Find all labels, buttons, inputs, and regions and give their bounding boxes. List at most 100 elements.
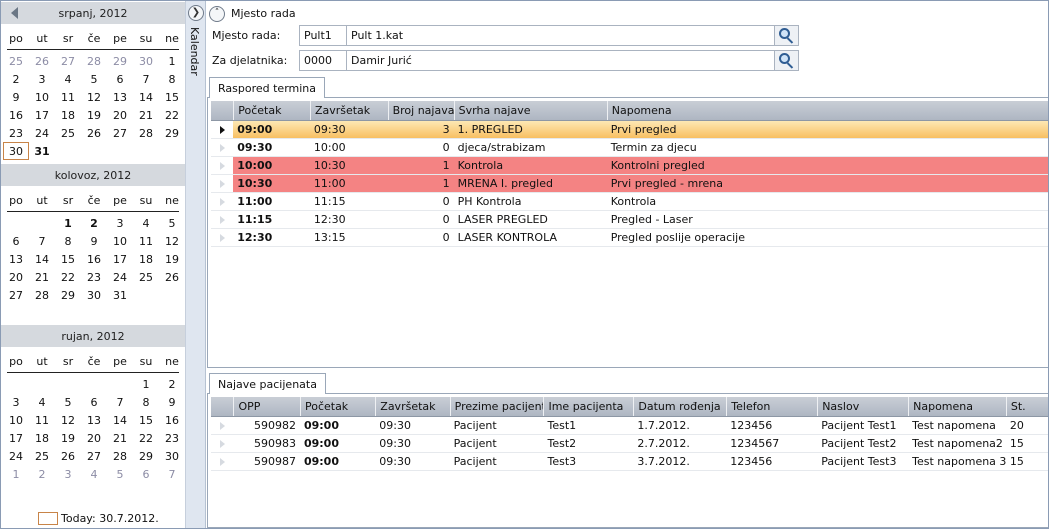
- calendar-day[interactable]: 4: [29, 393, 55, 411]
- tab-raspored-termina[interactable]: Raspored termina: [209, 77, 326, 98]
- calendar-day[interactable]: 21: [107, 429, 133, 447]
- calendar-day[interactable]: 13: [107, 88, 133, 106]
- column-header[interactable]: Napomena: [908, 397, 1006, 416]
- calendar-day[interactable]: 28: [29, 286, 55, 304]
- calendar-day[interactable]: 19: [81, 106, 107, 124]
- calendar-day[interactable]: 28: [133, 124, 159, 142]
- calendar-day[interactable]: 13: [81, 411, 107, 429]
- calendar-day[interactable]: 10: [3, 411, 29, 429]
- calendar-day[interactable]: 2: [159, 375, 185, 393]
- tab-najave-pacijenata[interactable]: Najave pacijenata: [209, 373, 326, 394]
- calendar-day[interactable]: 16: [159, 411, 185, 429]
- calendar-day[interactable]: 26: [159, 268, 185, 286]
- calendar-day[interactable]: 26: [55, 447, 81, 465]
- calendar-day[interactable]: 5: [159, 214, 185, 232]
- calendar-day[interactable]: 16: [3, 106, 29, 124]
- calendar-day[interactable]: 4: [133, 214, 159, 232]
- calendar-day[interactable]: 8: [55, 232, 81, 250]
- calendar-day[interactable]: 9: [81, 232, 107, 250]
- calendar-day[interactable]: 12: [159, 232, 185, 250]
- djelatnik-search-button[interactable]: [775, 49, 799, 71]
- column-header[interactable]: OPP: [233, 397, 300, 416]
- column-header[interactable]: Početak: [233, 101, 310, 120]
- calendar-day[interactable]: 22: [133, 429, 159, 447]
- table-row[interactable]: 590983 09:00 09:30 Pacijent Test2 2.7.2012. 12…: [211, 435, 1048, 453]
- calendar-day[interactable]: 13: [3, 250, 29, 268]
- column-header[interactable]: Početak: [299, 397, 375, 416]
- calendar-day[interactable]: 27: [107, 124, 133, 142]
- calendar-day[interactable]: 24: [29, 124, 55, 142]
- mjesto-rada-code-input[interactable]: Pult1: [299, 24, 347, 46]
- calendar-day[interactable]: 7: [133, 70, 159, 88]
- calendar-day[interactable]: 11: [29, 411, 55, 429]
- table-row[interactable]: 11:15 12:30 0 LASER PREGLED Pregled - Laser: [211, 211, 1048, 229]
- calendar-day[interactable]: 23: [159, 429, 185, 447]
- column-header[interactable]: Svrha najave: [453, 101, 607, 120]
- calendar-day[interactable]: 28: [81, 52, 107, 70]
- table-row[interactable]: 12:30 13:15 0 LASER KONTROLA Pregled poslije…: [211, 229, 1048, 247]
- calendar-day[interactable]: 6: [81, 393, 107, 411]
- calendar-day[interactable]: 30: [159, 447, 185, 465]
- calendar-day[interactable]: 17: [3, 429, 29, 447]
- calendar-day[interactable]: 7: [107, 393, 133, 411]
- column-header[interactable]: Ime pacijenta: [543, 397, 633, 416]
- calendar-day[interactable]: 5: [55, 393, 81, 411]
- calendar-day[interactable]: 6: [107, 70, 133, 88]
- calendar-day[interactable]: 25: [55, 124, 81, 142]
- calendar-day[interactable]: 31: [107, 286, 133, 304]
- table-row[interactable]: 09:30 10:00 0 djeca/strabizam Termin za djec…: [211, 139, 1048, 157]
- calendar-day[interactable]: 22: [159, 106, 185, 124]
- calendar-day[interactable]: 3: [3, 393, 29, 411]
- calendar-day[interactable]: 8: [133, 393, 159, 411]
- calendar-day[interactable]: 28: [107, 447, 133, 465]
- calendar-day[interactable]: 20: [107, 106, 133, 124]
- column-header[interactable]: Završetak: [375, 397, 449, 416]
- calendar-day[interactable]: 8: [159, 70, 185, 88]
- table-row[interactable]: 09:00 09:30 3 1. PREGLED Prvi pregled: [211, 121, 1048, 139]
- calendar-day[interactable]: 21: [29, 268, 55, 286]
- table-row[interactable]: 590987 09:00 09:30 Pacijent Test3 3.7.2012. 12…: [211, 453, 1048, 471]
- column-header[interactable]: Broj najava: [387, 101, 454, 120]
- calendar-day[interactable]: 22: [55, 268, 81, 286]
- calendar-day[interactable]: 4: [55, 70, 81, 88]
- calendar-day[interactable]: 11: [55, 88, 81, 106]
- djelatnik-code-input[interactable]: 0000: [299, 49, 347, 71]
- table-row[interactable]: 11:00 11:15 0 PH Kontrola Kontrola: [211, 193, 1048, 211]
- calendar-day[interactable]: 20: [81, 429, 107, 447]
- calendar-day[interactable]: 10: [107, 232, 133, 250]
- calendar-day[interactable]: 15: [159, 88, 185, 106]
- calendar-day[interactable]: 5: [81, 70, 107, 88]
- calendar-day[interactable]: 6: [3, 232, 29, 250]
- calendar-day[interactable]: 17: [29, 106, 55, 124]
- column-header[interactable]: Napomena: [606, 101, 1048, 120]
- calendar-day[interactable]: 1: [133, 375, 159, 393]
- calendar-day[interactable]: 10: [29, 88, 55, 106]
- calendar-day[interactable]: 15: [55, 250, 81, 268]
- calendar-day[interactable]: 20: [3, 268, 29, 286]
- collapse-filter-button[interactable]: ˄: [209, 5, 225, 22]
- calendar-day[interactable]: 14: [29, 250, 55, 268]
- calendar-day[interactable]: 16: [81, 250, 107, 268]
- mjesto-rada-search-button[interactable]: [775, 24, 799, 46]
- today-button[interactable]: Today: 30.7.2012.: [38, 512, 159, 525]
- calendar-day[interactable]: 29: [159, 124, 185, 142]
- calendar-day[interactable]: 26: [81, 124, 107, 142]
- calendar-day[interactable]: 29: [107, 52, 133, 70]
- calendar-day[interactable]: 7: [29, 232, 55, 250]
- calendar-day[interactable]: 18: [55, 106, 81, 124]
- calendar-day[interactable]: 26: [29, 52, 55, 70]
- calendar-day[interactable]: 25: [133, 268, 159, 286]
- calendar-day[interactable]: 3: [107, 214, 133, 232]
- calendar-day[interactable]: 24: [107, 268, 133, 286]
- calendar-day[interactable]: 19: [55, 429, 81, 447]
- calendar-day[interactable]: 18: [29, 429, 55, 447]
- calendar-day[interactable]: 15: [133, 411, 159, 429]
- column-header[interactable]: Naslov: [817, 397, 908, 416]
- calendar-day[interactable]: 2: [29, 465, 55, 483]
- calendar-day[interactable]: 6: [133, 465, 159, 483]
- column-header[interactable]: Završetak: [309, 101, 388, 120]
- calendar-day[interactable]: 2: [81, 214, 107, 232]
- calendar-day[interactable]: 9: [159, 393, 185, 411]
- calendar-day[interactable]: 14: [133, 88, 159, 106]
- calendar-day[interactable]: 18: [133, 250, 159, 268]
